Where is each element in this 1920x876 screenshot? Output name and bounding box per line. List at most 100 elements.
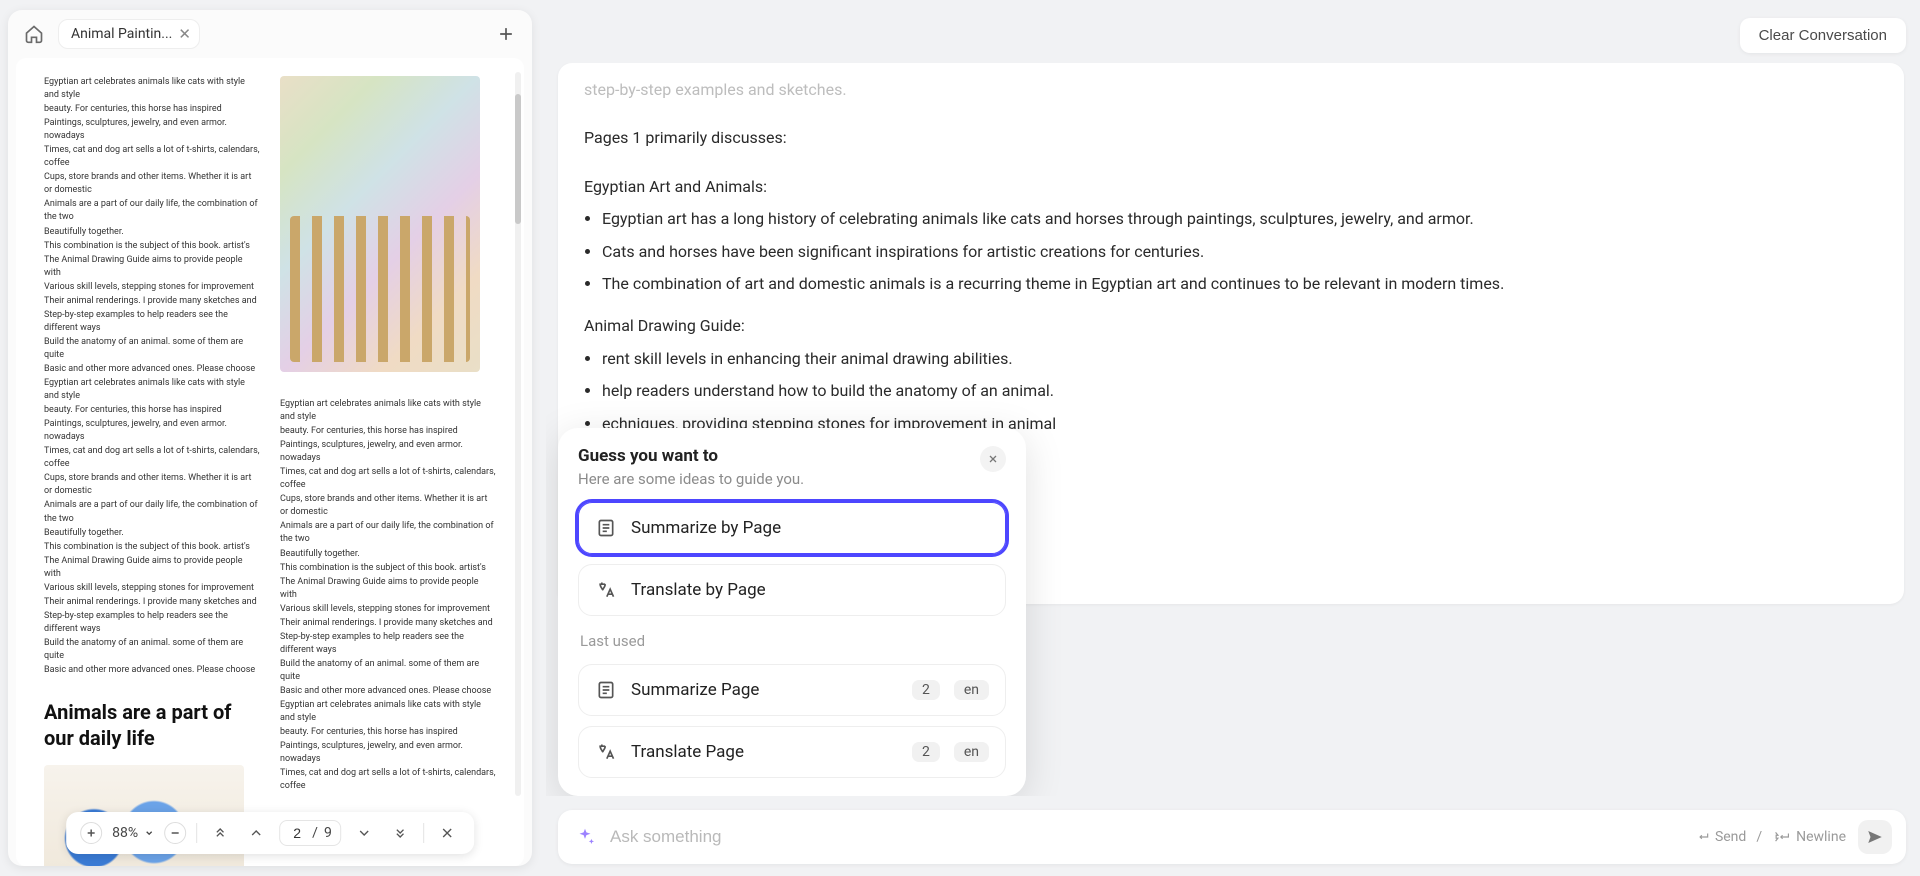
- chevron-down-icon[interactable]: [144, 828, 154, 838]
- double-chevron-down-icon: [392, 825, 408, 841]
- suggestion-label: Summarize Page: [631, 680, 759, 700]
- assistant-list-item: Cats and horses have been significant in…: [602, 239, 1878, 265]
- pages-intro: Pages 1 primarily discusses:: [584, 125, 1878, 151]
- assistant-list-item: Egyptian art has a long history of celeb…: [602, 206, 1878, 232]
- page-list-icon: [595, 517, 617, 539]
- assistant-list-item: The combination of art and domestic anim…: [602, 271, 1878, 297]
- section-title-1: Egyptian Art and Animals:: [584, 174, 1878, 200]
- plus-icon: [496, 24, 516, 44]
- close-icon: [987, 453, 999, 465]
- document-text-line: The Animal Drawing Guide aims to provide…: [280, 576, 496, 602]
- plus-icon: [85, 827, 97, 839]
- suggestion-subtitle: Here are some ideas to guide you.: [578, 470, 980, 488]
- document-text-line: Basic and other more advanced ones. Plea…: [44, 664, 260, 677]
- document-text-line: Times, cat and dog art sells a lot of t-…: [280, 767, 496, 793]
- document-text-line: Beautifully together.: [280, 548, 496, 561]
- document-text-line: This combination is the subject of this …: [44, 240, 260, 253]
- tab-strip: Animal Paintin... ✕: [8, 10, 532, 50]
- send-icon: [1866, 828, 1884, 846]
- page-last-button[interactable]: [387, 820, 413, 846]
- document-text-line: Cups, store brands and other items. Whet…: [280, 493, 496, 519]
- home-button[interactable]: [18, 18, 50, 50]
- suggestion-label: Translate by Page: [631, 580, 766, 600]
- document-viewport[interactable]: Egyptian art celebrates animals like cat…: [16, 58, 524, 866]
- add-tab-button[interactable]: [490, 18, 522, 50]
- truncated-line: step-by-step examples and sketches.: [584, 77, 1878, 103]
- document-text-line: This combination is the subject of this …: [44, 541, 260, 554]
- scrollbar-thumb[interactable]: [515, 94, 521, 224]
- document-text-line: Beautifully together.: [44, 226, 260, 239]
- page-number-pill: 2: [912, 680, 940, 700]
- document-text-line: The Animal Drawing Guide aims to provide…: [44, 254, 260, 280]
- last-used-label: Last used: [580, 632, 1004, 650]
- suggestion-close-button[interactable]: [980, 446, 1006, 472]
- document-window: Animal Paintin... ✕ Egyptian art celebra…: [8, 10, 532, 866]
- translate-icon: [595, 579, 617, 601]
- page-indicator: / 9: [279, 820, 341, 846]
- vertical-scrollbar[interactable]: [515, 72, 521, 796]
- document-heading: Animals are a part of our daily life: [44, 699, 260, 751]
- last-used-summarize[interactable]: Summarize Page 2 en: [578, 664, 1006, 716]
- suggestion-title: Guess you want to: [578, 446, 980, 466]
- document-text-line: Basic and other more advanced ones. Plea…: [44, 363, 260, 376]
- document-text-line: Times, cat and dog art sells a lot of t-…: [280, 466, 496, 492]
- clear-conversation-button[interactable]: Clear Conversation: [1740, 18, 1906, 53]
- page-number-pill: 2: [912, 742, 940, 762]
- document-text-line: Various skill levels, stepping stones fo…: [44, 281, 260, 294]
- suggestion-popover: Guess you want to Here are some ideas to…: [558, 428, 1026, 796]
- document-text-line: Basic and other more advanced ones. Plea…: [280, 685, 496, 698]
- document-text-line: Various skill levels, stepping stones fo…: [44, 582, 260, 595]
- document-text-line: beauty. For centuries, this horse has in…: [280, 425, 496, 438]
- document-text-line: Their animal renderings. I provide many …: [44, 596, 260, 609]
- assistant-list-item: rent skill levels in enhancing their ani…: [602, 346, 1878, 372]
- enter-icon: [1695, 830, 1711, 844]
- language-pill: en: [954, 742, 989, 762]
- document-text-line: Animals are a part of our daily life, th…: [280, 520, 496, 546]
- page-separator: /: [312, 825, 318, 841]
- document-text-line: Step-by-step examples to help readers se…: [44, 610, 260, 636]
- document-text-line: Various skill levels, stepping stones fo…: [280, 603, 496, 616]
- document-text-line: Times, cat and dog art sells a lot of t-…: [44, 144, 260, 170]
- shift-enter-icon: [1772, 830, 1792, 844]
- suggestion-label: Translate Page: [631, 742, 744, 762]
- document-text-line: Egyptian art celebrates animals like cat…: [44, 76, 260, 102]
- document-tab-title: Animal Paintin...: [71, 26, 172, 42]
- page-first-button[interactable]: [207, 820, 233, 846]
- chat-input[interactable]: [610, 827, 1683, 847]
- zoom-in-button[interactable]: [80, 822, 102, 844]
- document-image-paintbox: [280, 76, 480, 372]
- document-text-line: Egyptian art celebrates animals like cat…: [280, 398, 496, 424]
- document-text-line: Paintings, sculptures, jewelry, and even…: [280, 740, 496, 766]
- document-text-line: Build the anatomy of an animal. some of …: [44, 637, 260, 663]
- document-text-line: Build the anatomy of an animal. some of …: [44, 336, 260, 362]
- document-tab[interactable]: Animal Paintin... ✕: [58, 19, 200, 49]
- input-hints: Send / Newline: [1695, 829, 1846, 845]
- close-icon: [439, 825, 455, 841]
- document-text-line: Paintings, sculptures, jewelry, and even…: [44, 117, 260, 143]
- document-text-line: Times, cat and dog art sells a lot of t-…: [44, 445, 260, 471]
- page-prev-button[interactable]: [243, 820, 269, 846]
- last-used-translate[interactable]: Translate Page 2 en: [578, 726, 1006, 778]
- close-toolbar-button[interactable]: [434, 820, 460, 846]
- assistant-list-item: help readers understand how to build the…: [602, 378, 1878, 404]
- document-text-line: The Animal Drawing Guide aims to provide…: [44, 555, 260, 581]
- zoom-level[interactable]: 88%: [112, 825, 138, 841]
- chevron-down-icon: [356, 825, 372, 841]
- newline-hint: Newline: [1796, 829, 1846, 845]
- document-text-line: beauty. For centuries, this horse has in…: [44, 103, 260, 116]
- zoom-out-button[interactable]: [164, 822, 186, 844]
- double-chevron-up-icon: [212, 825, 228, 841]
- document-text-line: Step-by-step examples to help readers se…: [44, 309, 260, 335]
- document-text-line: Their animal renderings. I provide many …: [44, 295, 260, 308]
- sparkle-icon[interactable]: [572, 824, 598, 850]
- send-button[interactable]: [1858, 820, 1892, 854]
- close-tab-button[interactable]: ✕: [178, 27, 191, 42]
- page-list-icon: [595, 679, 617, 701]
- suggestion-translate-by-page[interactable]: Translate by Page: [578, 564, 1006, 616]
- hint-separator: /: [1756, 829, 1762, 845]
- suggestion-summarize-by-page[interactable]: Summarize by Page: [578, 502, 1006, 554]
- document-text-line: beauty. For centuries, this horse has in…: [44, 404, 260, 417]
- send-hint: Send: [1715, 829, 1746, 845]
- page-next-button[interactable]: [351, 820, 377, 846]
- current-page-input[interactable]: [288, 825, 306, 841]
